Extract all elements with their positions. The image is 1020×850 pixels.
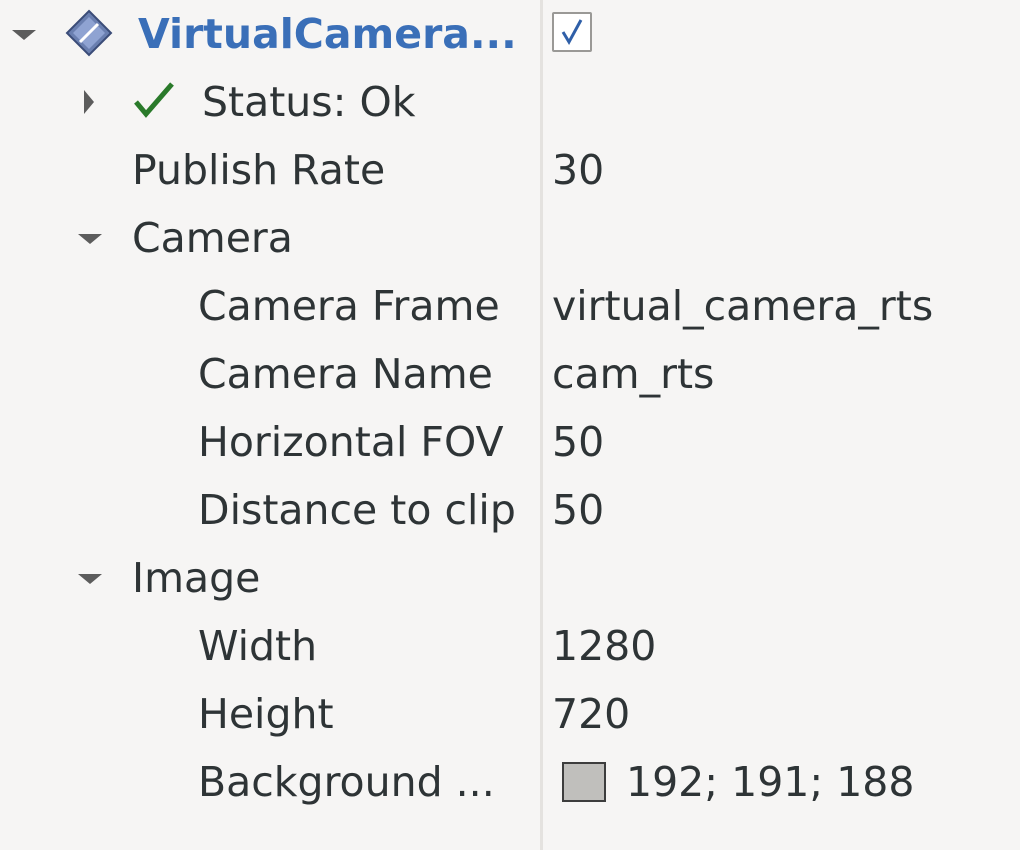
background-color-value[interactable]: 192; 191; 188: [626, 748, 914, 816]
property-row-publish-rate[interactable]: Publish Rate 30: [0, 136, 1020, 204]
camera-name-value[interactable]: cam_rts: [552, 340, 714, 408]
height-label: Height: [198, 690, 334, 738]
display-name: VirtualCamera...: [138, 10, 517, 58]
collapse-arrow-icon[interactable]: [84, 90, 94, 114]
status-ok-icon: [134, 82, 174, 118]
expand-arrow-icon[interactable]: [12, 30, 36, 40]
distance-to-clip-value[interactable]: 50: [552, 476, 604, 544]
color-swatch[interactable]: [562, 762, 606, 802]
distance-to-clip-label: Distance to clip: [198, 486, 516, 534]
status-row[interactable]: Status: Ok: [0, 68, 1020, 136]
display-row[interactable]: VirtualCamera...: [0, 0, 1020, 68]
horizontal-fov-value[interactable]: 50: [552, 408, 604, 476]
property-row-distance-to-clip[interactable]: Distance to clip 50: [0, 476, 1020, 544]
group-row-image[interactable]: Image: [0, 544, 1020, 612]
property-row-horizontal-fov[interactable]: Horizontal FOV 50: [0, 408, 1020, 476]
status-label: Status: Ok: [202, 78, 416, 126]
width-value[interactable]: 1280: [552, 612, 656, 680]
property-row-background-color[interactable]: Background ... 192; 191; 188: [0, 748, 1020, 816]
property-row-width[interactable]: Width 1280: [0, 612, 1020, 680]
property-row-height[interactable]: Height 720: [0, 680, 1020, 748]
image-group-label: Image: [132, 554, 261, 602]
property-row-camera-name[interactable]: Camera Name cam_rts: [0, 340, 1020, 408]
camera-group-label: Camera: [132, 214, 293, 262]
width-label: Width: [198, 622, 318, 670]
camera-frame-value[interactable]: virtual_camera_rts: [552, 272, 933, 340]
expand-arrow-icon[interactable]: [78, 574, 102, 584]
camera-frame-label: Camera Frame: [198, 282, 500, 330]
camera-name-label: Camera Name: [198, 350, 493, 398]
background-color-label: Background ...: [198, 758, 495, 806]
group-row-camera[interactable]: Camera: [0, 204, 1020, 272]
enabled-checkbox[interactable]: [552, 12, 592, 52]
publish-rate-value[interactable]: 30: [552, 136, 604, 204]
diamond-icon: [65, 9, 113, 57]
publish-rate-label: Publish Rate: [132, 146, 386, 194]
height-value[interactable]: 720: [552, 680, 630, 748]
checkmark-icon: [561, 19, 583, 46]
property-row-camera-frame[interactable]: Camera Frame virtual_camera_rts: [0, 272, 1020, 340]
expand-arrow-icon[interactable]: [78, 234, 102, 244]
horizontal-fov-label: Horizontal FOV: [198, 418, 504, 466]
